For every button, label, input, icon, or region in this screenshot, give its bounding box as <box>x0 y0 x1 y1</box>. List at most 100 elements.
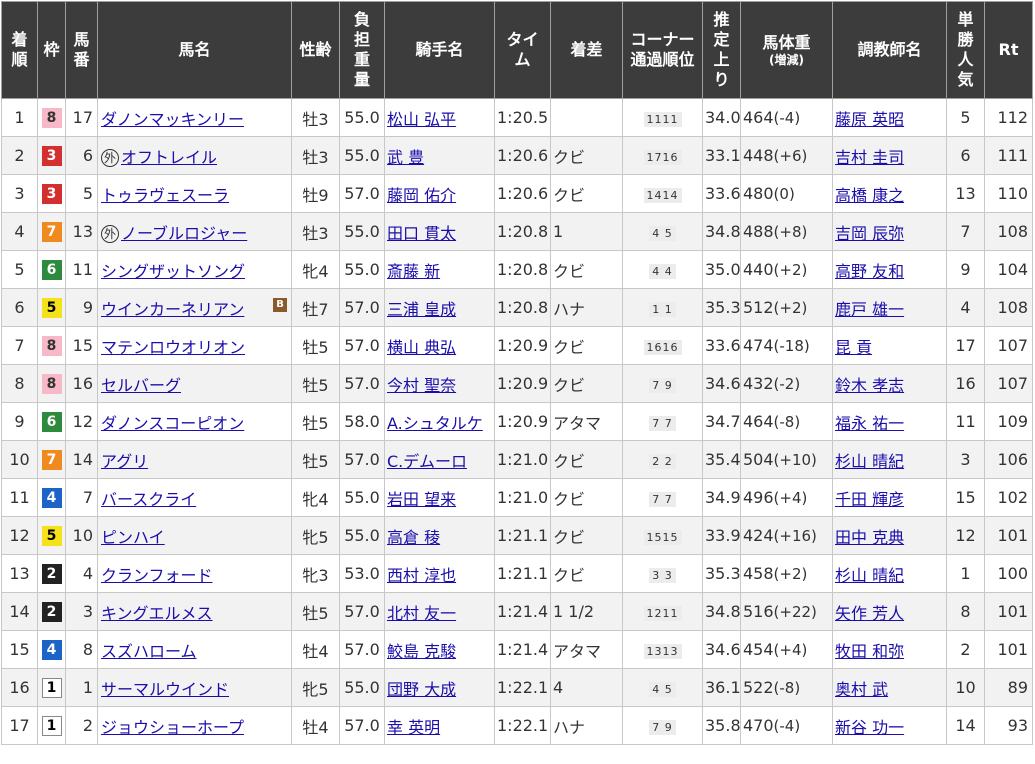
jockey-link[interactable]: 幸 英明 <box>387 718 440 737</box>
horse-link[interactable]: キングエルメス <box>101 604 213 623</box>
body-cell: 448(+6) <box>740 136 833 175</box>
jockey-link[interactable]: 横山 典弘 <box>387 338 456 357</box>
jockey-link[interactable]: 藤岡 佑介 <box>387 186 456 205</box>
trainer-link[interactable]: 鈴木 孝志 <box>835 376 904 395</box>
time-cell: 1:20.6 <box>494 136 551 175</box>
weight-cell: 57.0 <box>339 174 385 213</box>
trainer-link[interactable]: 藤原 英昭 <box>835 110 904 129</box>
pop-cell: 2 <box>946 630 985 669</box>
horse-link[interactable]: オフトレイル <box>121 148 217 167</box>
body-diff: (-2) <box>773 375 801 393</box>
horse-link[interactable]: アグリ <box>101 452 148 471</box>
rt-cell: 107 <box>984 326 1033 365</box>
trainer-link[interactable]: 矢作 芳人 <box>835 604 904 623</box>
corner-cell: 4 5 <box>622 212 703 251</box>
horse-cell: ダノンスコーピオン <box>97 402 292 441</box>
horse-link[interactable]: ダノンスコーピオン <box>101 414 244 433</box>
table-row: 9 6 12 ダノンスコーピオン 牡5 58.0 A.シュタルケ 1:20.9 アタマ 7 7 34… <box>1 402 1033 441</box>
jockey-link[interactable]: 斎藤 新 <box>387 262 440 281</box>
waku-cell: 8 <box>37 98 66 137</box>
trainer-link[interactable]: 田中 克典 <box>835 528 904 547</box>
waku-cell: 4 <box>37 478 66 517</box>
waku-cell: 1 <box>37 706 66 745</box>
rt-cell: 101 <box>984 630 1033 669</box>
trainer-link[interactable]: 奥村 武 <box>835 680 888 699</box>
jockey-link[interactable]: 高倉 稜 <box>387 528 440 547</box>
trainer-link[interactable]: 千田 輝彦 <box>835 490 904 509</box>
header-name: 馬名 <box>97 1 292 99</box>
horse-cell: キングエルメス <box>97 592 292 631</box>
time-cell: 1:20.8 <box>494 212 551 251</box>
horse-link[interactable]: ノーブルロジャー <box>121 224 247 243</box>
trainer-link[interactable]: 昆 貢 <box>835 338 872 357</box>
header-waku: 枠 <box>37 1 66 99</box>
trainer-link[interactable]: 福永 祐一 <box>835 414 904 433</box>
margin-cell: クビ <box>550 326 623 365</box>
waku-cell: 1 <box>37 668 66 707</box>
jockey-link[interactable]: A.シュタルケ <box>387 414 483 433</box>
horse-link[interactable]: セルバーグ <box>101 376 181 395</box>
horse-cell: クランフォード <box>97 554 292 593</box>
sexage-cell: 牡4 <box>291 706 340 745</box>
jockey-link[interactable]: 松山 弘平 <box>387 110 456 129</box>
horse-link[interactable]: サーマルウインド <box>101 680 229 699</box>
horse-link[interactable]: ピンハイ <box>101 528 165 547</box>
horse-link[interactable]: シングザットソング <box>101 262 245 281</box>
sexage-cell: 牡5 <box>291 326 340 365</box>
horse-link[interactable]: バースクライ <box>101 490 196 509</box>
jockey-link[interactable]: C.デムーロ <box>387 452 467 471</box>
trainer-link[interactable]: 杉山 晴紀 <box>835 566 904 585</box>
corner-cell: 1515 <box>622 516 703 555</box>
margin-cell: クビ <box>550 174 623 213</box>
waku-badge: 3 <box>41 184 62 204</box>
jockey-link[interactable]: 武 豊 <box>387 148 424 167</box>
trainer-link[interactable]: 吉岡 辰弥 <box>835 224 904 243</box>
body-cell: 474(-18) <box>740 326 833 365</box>
horse-link[interactable]: マテンロウオリオン <box>101 338 245 357</box>
jockey-link[interactable]: 団野 大成 <box>387 680 456 699</box>
horse-cell: トゥラヴェスーラ <box>97 174 292 213</box>
trainer-link[interactable]: 高橋 康之 <box>835 186 904 205</box>
horse-link[interactable]: クランフォード <box>101 566 213 585</box>
time-cell: 1:21.4 <box>494 630 551 669</box>
jockey-link[interactable]: 田口 貫太 <box>387 224 456 243</box>
jockey-link[interactable]: 鮫島 克駿 <box>387 642 456 661</box>
horse-link[interactable]: トゥラヴェスーラ <box>101 186 229 205</box>
foreign-mark: 外 <box>101 224 119 243</box>
trainer-link[interactable]: 牧田 和弥 <box>835 642 904 661</box>
margin-cell: クビ <box>550 250 623 289</box>
trainer-link[interactable]: 吉村 圭司 <box>835 148 904 167</box>
margin-cell: クビ <box>550 364 623 403</box>
waku-badge: 5 <box>41 298 62 318</box>
margin-cell <box>550 98 623 137</box>
trainer-cell: 千田 輝彦 <box>832 478 947 517</box>
sexage-cell: 牡3 <box>291 136 340 175</box>
jockey-link[interactable]: 岩田 望来 <box>387 490 456 509</box>
header-last3f-text: 推定上り <box>713 10 730 89</box>
jockey-link[interactable]: 北村 友一 <box>387 604 456 623</box>
jockey-link[interactable]: 西村 淳也 <box>387 566 456 585</box>
sexage-cell: 牡3 <box>291 212 340 251</box>
horse-link[interactable]: ジョウショーホープ <box>101 718 244 737</box>
umaban-cell: 7 <box>65 478 98 517</box>
jockey-link[interactable]: 今村 聖奈 <box>387 376 456 395</box>
trainer-cell: 奥村 武 <box>832 668 947 707</box>
trainer-link[interactable]: 新谷 功一 <box>835 718 904 737</box>
sexage-cell: 牡4 <box>291 630 340 669</box>
jockey-link[interactable]: 三浦 皇成 <box>387 300 456 319</box>
body-diff: (+4) <box>773 641 808 659</box>
body-diff: (-18) <box>773 337 810 355</box>
header-umaban: 馬番 <box>65 1 98 99</box>
header-rank-text: 着順 <box>11 30 28 69</box>
horse-link[interactable]: ウインカーネリアン <box>101 300 244 319</box>
horse-link[interactable]: ダノンマッキンリー <box>101 110 244 129</box>
horse-cell: 外オフトレイル <box>97 136 292 175</box>
time-cell: 1:20.8 <box>494 250 551 289</box>
trainer-link[interactable]: 鹿戸 雄一 <box>835 300 904 319</box>
jockey-cell: 鮫島 克駿 <box>384 630 495 669</box>
table-row: 5 6 11 シングザットソング 牝4 55.0 斎藤 新 1:20.8 クビ 4 4 35.0 44… <box>1 250 1033 289</box>
trainer-link[interactable]: 高野 友和 <box>835 262 904 281</box>
horse-link[interactable]: スズハローム <box>101 642 197 661</box>
trainer-link[interactable]: 杉山 晴紀 <box>835 452 904 471</box>
trainer-cell: 高橋 康之 <box>832 174 947 213</box>
